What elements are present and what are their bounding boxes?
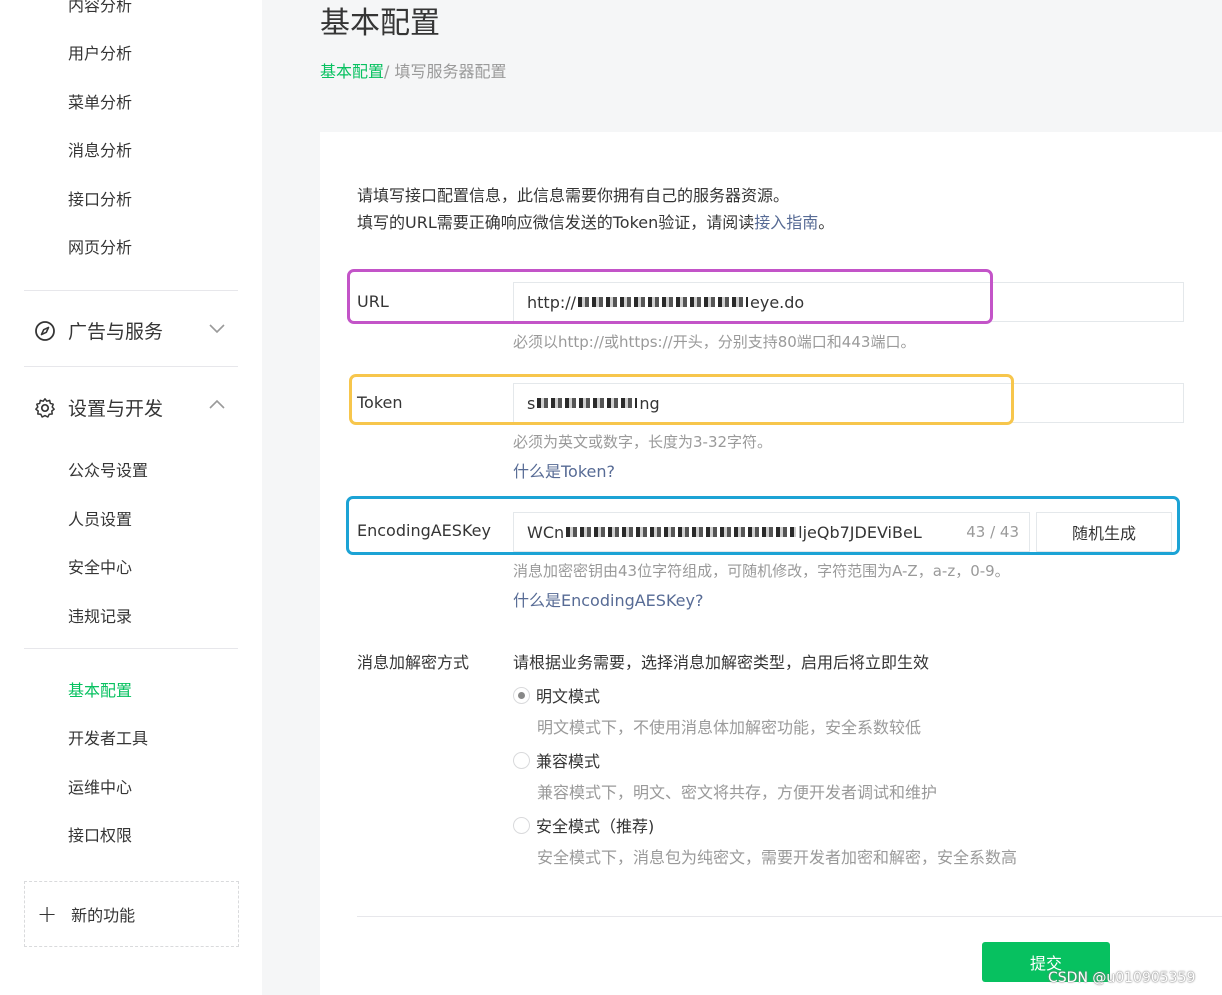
radio-button-checked[interactable]: [513, 686, 530, 704]
token-label: Token: [357, 393, 403, 412]
token-hint: 必须为英文或数字，长度为3-32字符。: [513, 433, 773, 451]
sidebar-item-developer-tools[interactable]: 开发者工具: [68, 725, 148, 749]
sidebar-group-settings-label: 设置与开发: [68, 398, 164, 420]
sidebar-group-ads-label: 广告与服务: [68, 321, 164, 343]
sidebar-divider: [24, 648, 238, 649]
intro-line-1: 请填写接口配置信息，此信息需要你拥有自己的服务器资源。: [357, 186, 790, 205]
sidebar-item-ops-center[interactable]: 运维中心: [68, 774, 132, 798]
url-value-end: eye.do: [750, 292, 805, 312]
radio-compatible-mode[interactable]: 兼容模式: [513, 748, 600, 772]
sidebar-item-api-permissions[interactable]: 接口权限: [68, 822, 132, 846]
sidebar-item-security-center[interactable]: 安全中心: [68, 554, 132, 578]
new-function-button[interactable]: + 新的功能: [24, 881, 239, 947]
sidebar-item-menu-analysis[interactable]: 菜单分析: [68, 89, 132, 113]
radio-secure-label: 安全模式（推荐): [536, 817, 655, 836]
radio-compatible-label: 兼容模式: [536, 752, 601, 771]
sidebar-divider: [24, 366, 238, 367]
token-input[interactable]: s ng: [513, 383, 1184, 423]
chevron-up-icon: [209, 399, 225, 409]
aes-key-hint: 消息加密密钥由43位字符组成，可随机修改，字符范围为A-Z，a-z，0-9。: [513, 562, 1010, 580]
radio-plaintext-label: 明文模式: [536, 687, 601, 706]
sidebar-item-account-settings[interactable]: 公众号设置: [68, 457, 148, 481]
gear-icon: [35, 397, 55, 418]
intro-line-2-prefix: 填写的URL需要正确响应微信发送的Token验证，请阅读: [357, 213, 755, 232]
intro-line-2: 填写的URL需要正确响应微信发送的Token验证，请阅读接入指南。: [357, 209, 834, 236]
url-input[interactable]: http:// eye.do: [513, 282, 1184, 322]
new-function-label: 新的功能: [71, 906, 136, 925]
watermark: CSDN @u010905359: [1048, 970, 1196, 986]
aes-key-input[interactable]: WCn ljeQb7JDEViBeL 43 / 43: [513, 512, 1030, 552]
radio-button[interactable]: [513, 816, 530, 834]
sidebar-item-basic-config[interactable]: 基本配置: [68, 677, 132, 701]
sidebar-item-user-analysis[interactable]: 用户分析: [68, 40, 132, 64]
sidebar-group-settings[interactable]: 设置与开发: [34, 394, 234, 421]
sidebar-item-member-settings[interactable]: 人员设置: [68, 506, 132, 530]
sidebar-group-ads[interactable]: 广告与服务: [34, 317, 234, 344]
aes-key-label: EncodingAESKey: [357, 521, 491, 540]
url-value-start: http://: [527, 292, 577, 312]
encryption-mode-description: 请根据业务需要，选择消息加解密类型，启用后将立即生效: [513, 653, 930, 672]
redacted-mask: [566, 527, 797, 537]
aes-value-start: WCn: [527, 522, 565, 542]
sidebar-item-content-analysis[interactable]: 内容分析: [68, 0, 132, 16]
token-value-end: ng: [639, 393, 660, 413]
guide-link[interactable]: 接入指南: [754, 213, 818, 232]
radio-plaintext-mode[interactable]: 明文模式: [513, 683, 600, 707]
sidebar-item-violation-records[interactable]: 违规记录: [68, 603, 132, 627]
intro-text: 请填写接口配置信息，此信息需要你拥有自己的服务器资源。 填写的URL需要正确响应…: [357, 182, 834, 236]
aes-value-end: ljeQb7JDEViBeL: [798, 522, 922, 542]
sidebar-divider: [24, 290, 238, 291]
what-is-aes-key-link[interactable]: 什么是EncodingAESKey?: [513, 587, 703, 611]
aes-char-count: 43 / 43: [966, 523, 1019, 541]
secure-mode-desc: 安全模式下，消息包为纯密文，需要开发者加密和解密，安全系数高: [537, 848, 1018, 867]
compass-icon: [35, 320, 55, 341]
breadcrumb: 基本配置/ 填写服务器配置: [320, 58, 507, 82]
form-divider: [357, 916, 1222, 917]
radio-secure-mode[interactable]: 安全模式（推荐): [513, 813, 654, 837]
sidebar-item-api-analysis[interactable]: 接口分析: [68, 186, 132, 210]
breadcrumb-current: / 填写服务器配置: [384, 62, 507, 81]
url-hint: 必须以http://或https://开头，分别支持80端口和443端口。: [513, 333, 916, 351]
compatible-mode-desc: 兼容模式下，明文、密文将共存，方便开发者调试和维护: [537, 783, 938, 802]
sidebar: 内容分析 用户分析 菜单分析 消息分析 接口分析 网页分析 广告与服务 设置与开…: [0, 0, 262, 995]
sidebar-item-message-analysis[interactable]: 消息分析: [68, 137, 132, 161]
intro-line-2-suffix: 。: [818, 213, 835, 232]
chevron-down-icon: [209, 324, 225, 334]
url-label: URL: [357, 292, 389, 311]
plaintext-mode-desc: 明文模式下，不使用消息体加解密功能，安全系数较低: [537, 718, 922, 737]
sidebar-item-webpage-analysis[interactable]: 网页分析: [68, 234, 132, 258]
page-title: 基本配置: [320, 6, 440, 41]
encryption-mode-label: 消息加解密方式: [357, 653, 470, 672]
redacted-mask: [578, 297, 749, 307]
redacted-mask: [537, 398, 638, 408]
breadcrumb-link-basic-config[interactable]: 基本配置: [320, 62, 384, 81]
what-is-token-link[interactable]: 什么是Token?: [513, 458, 615, 482]
token-value-start: s: [527, 393, 536, 413]
plus-icon: +: [37, 900, 58, 928]
radio-button[interactable]: [513, 751, 530, 769]
random-generate-button[interactable]: 随机生成: [1036, 512, 1172, 552]
